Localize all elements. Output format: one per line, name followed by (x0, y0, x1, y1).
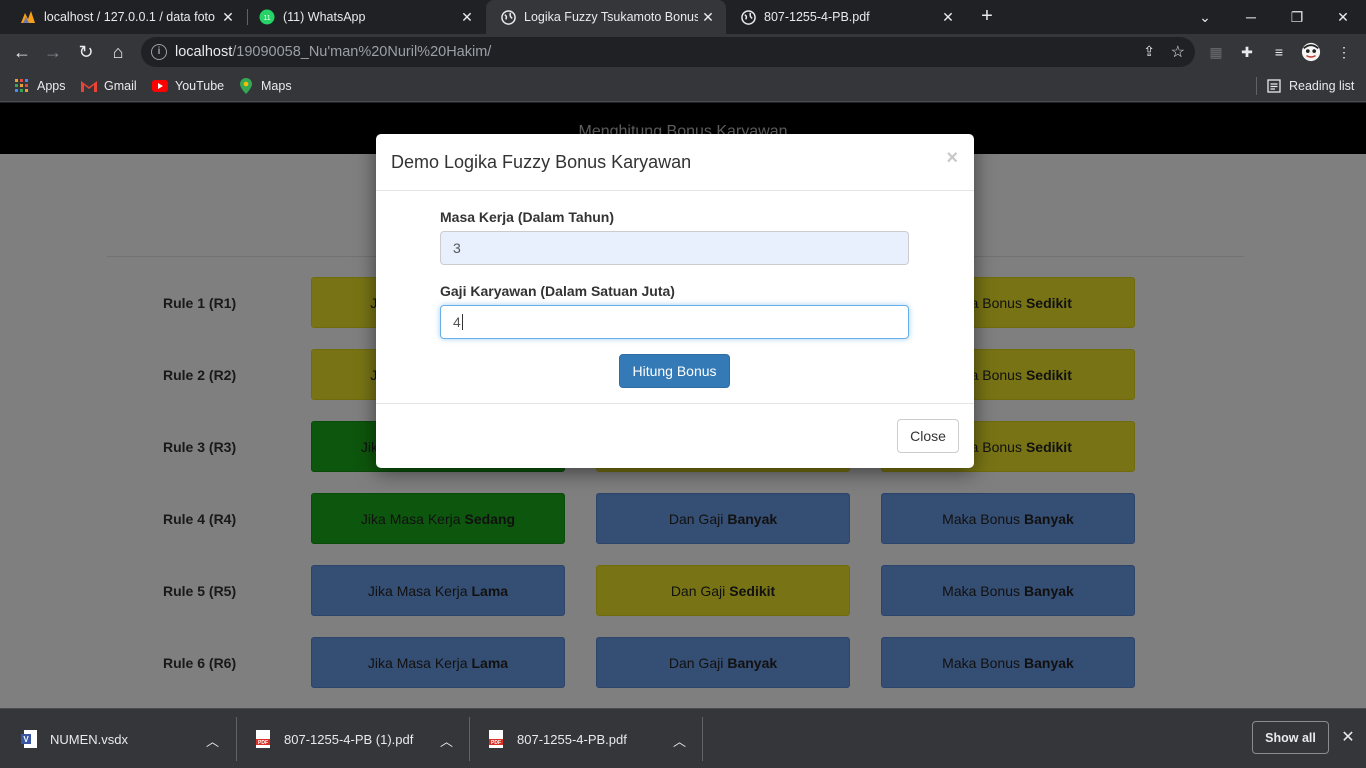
close-tab-icon[interactable]: ✕ (218, 9, 238, 26)
download-item-pdf-2[interactable]: PDF 807-1255-4-PB.pdf (487, 709, 627, 768)
new-tab-plus-icon[interactable]: + (976, 6, 998, 28)
modal-close-button[interactable]: Close (897, 419, 959, 453)
download-separator (702, 717, 703, 761)
globe-icon (740, 9, 756, 25)
download-shelf: V NUMEN.vsdx ︿ PDF 807-1255-4-PB (1).pdf… (0, 708, 1366, 768)
gaji-karyawan-input[interactable]: 4 (440, 305, 909, 339)
tab-whatsapp[interactable]: 11 (11) WhatsApp ✕ (245, 0, 485, 34)
masa-kerja-label: Masa Kerja (Dalam Tahun) (440, 209, 615, 225)
modal-title: Demo Logika Fuzzy Bonus Karyawan (391, 152, 692, 172)
close-download-shelf-icon[interactable]: ✕ (1338, 727, 1358, 747)
modal-footer-divider (376, 403, 974, 404)
restore-icon[interactable]: ❐ (1274, 0, 1320, 34)
download-separator (236, 717, 237, 761)
gmail-icon (81, 78, 97, 94)
profile-avatar[interactable] (1301, 42, 1321, 62)
svg-text:PDF: PDF (258, 740, 268, 746)
bookmark-apps[interactable]: Apps (14, 76, 66, 96)
tab-logika-fuzzy[interactable]: Logika Fuzzy Tsukamoto Bonus K ✕ (486, 0, 726, 34)
maps-icon (238, 78, 254, 94)
download-item-pdf-1[interactable]: PDF 807-1255-4-PB (1).pdf (254, 709, 413, 768)
gaji-karyawan-label: Gaji Karyawan (Dalam Satuan Juta) (440, 283, 675, 299)
download-options-chevron-icon[interactable]: ︿ (206, 731, 219, 750)
forward-arrow-icon[interactable]: → (39, 38, 67, 66)
tab-phpmyadmin[interactable]: localhost / 127.0.0.1 / data foto / ✕ (6, 0, 246, 34)
download-options-chevron-icon[interactable]: ︿ (673, 731, 686, 750)
phpmyadmin-icon (20, 9, 36, 25)
close-tab-icon[interactable]: ✕ (457, 9, 477, 26)
visio-file-icon: V (20, 729, 38, 749)
masa-kerja-value: 3 (453, 240, 461, 256)
page-viewport: Menghitung Bonus Karyawan Rule 1 (R1)Jik… (0, 103, 1366, 708)
reload-icon[interactable]: ↻ (72, 38, 100, 66)
gaji-karyawan-value: 4 (453, 314, 461, 330)
bookmarks-separator (1256, 77, 1257, 95)
close-tab-icon[interactable]: ✕ (938, 9, 958, 26)
address-path: /19090058_Nu'man%20Nuril%20Hakim/ (232, 44, 492, 60)
home-icon[interactable]: ⌂ (104, 38, 132, 66)
svg-text:V: V (23, 735, 29, 744)
address-host: localhost (175, 44, 233, 60)
modal-close-x-icon[interactable]: × (946, 147, 958, 170)
back-arrow-icon[interactable]: ← (8, 38, 36, 66)
tab-pdf[interactable]: 807-1255-4-PB.pdf ✕ (726, 0, 966, 34)
pdf-file-icon: PDF (254, 729, 272, 749)
pdf-file-icon: PDF (487, 729, 505, 749)
address-bar[interactable]: i localhost/19090058_Nu'man%20Nuril%20Ha… (141, 37, 1195, 67)
whatsapp-icon: 11 (259, 9, 275, 25)
masa-kerja-input[interactable]: 3 (440, 231, 909, 265)
download-separator (469, 717, 470, 761)
text-caret (461, 314, 463, 330)
browser-toolbar: ← → ↻ ⌂ i localhost/19090058_Nu'man%20Nu… (0, 34, 1366, 70)
globe-icon (500, 9, 516, 25)
bookmark-star-icon[interactable]: ☆ (1171, 42, 1185, 62)
svg-text:PDF: PDF (491, 740, 501, 746)
extension-icon[interactable]: ▦ (1206, 42, 1226, 62)
close-tab-icon[interactable]: ✕ (698, 9, 718, 26)
show-all-downloads-button[interactable]: Show all (1252, 721, 1329, 754)
reading-list-button[interactable]: Reading list (1266, 76, 1354, 96)
apps-grid-icon (14, 78, 30, 94)
bookmark-youtube[interactable]: YouTube (152, 76, 224, 96)
svg-text:11: 11 (263, 15, 270, 22)
modal-header: Demo Logika Fuzzy Bonus Karyawan × (376, 134, 974, 191)
hitung-bonus-button[interactable]: Hitung Bonus (619, 354, 730, 388)
minimize-icon[interactable]: ─ (1228, 0, 1274, 34)
youtube-icon (152, 78, 168, 94)
download-item-numen[interactable]: V NUMEN.vsdx (20, 709, 128, 768)
bookmarks-bar: Apps Gmail YouTube Maps Reading list (0, 70, 1366, 102)
demo-modal: Demo Logika Fuzzy Bonus Karyawan × Masa … (376, 134, 974, 468)
share-icon[interactable]: ⇪ (1143, 43, 1155, 60)
bookmark-gmail[interactable]: Gmail (81, 76, 137, 96)
media-control-icon[interactable]: ≡ (1269, 42, 1289, 62)
bookmark-maps[interactable]: Maps (238, 76, 292, 96)
tab-search-chevron-icon[interactable]: ⌄ (1182, 0, 1228, 34)
menu-kebab-icon[interactable]: ⋮ (1334, 42, 1354, 62)
reading-list-icon (1266, 78, 1282, 94)
site-info-icon[interactable]: i (151, 44, 167, 60)
close-window-icon[interactable]: ✕ (1320, 0, 1366, 34)
download-options-chevron-icon[interactable]: ︿ (440, 731, 453, 750)
puzzle-extensions-icon[interactable]: ✚ (1237, 42, 1257, 62)
tab-strip: localhost / 127.0.0.1 / data foto / ✕ 11… (0, 0, 1366, 34)
